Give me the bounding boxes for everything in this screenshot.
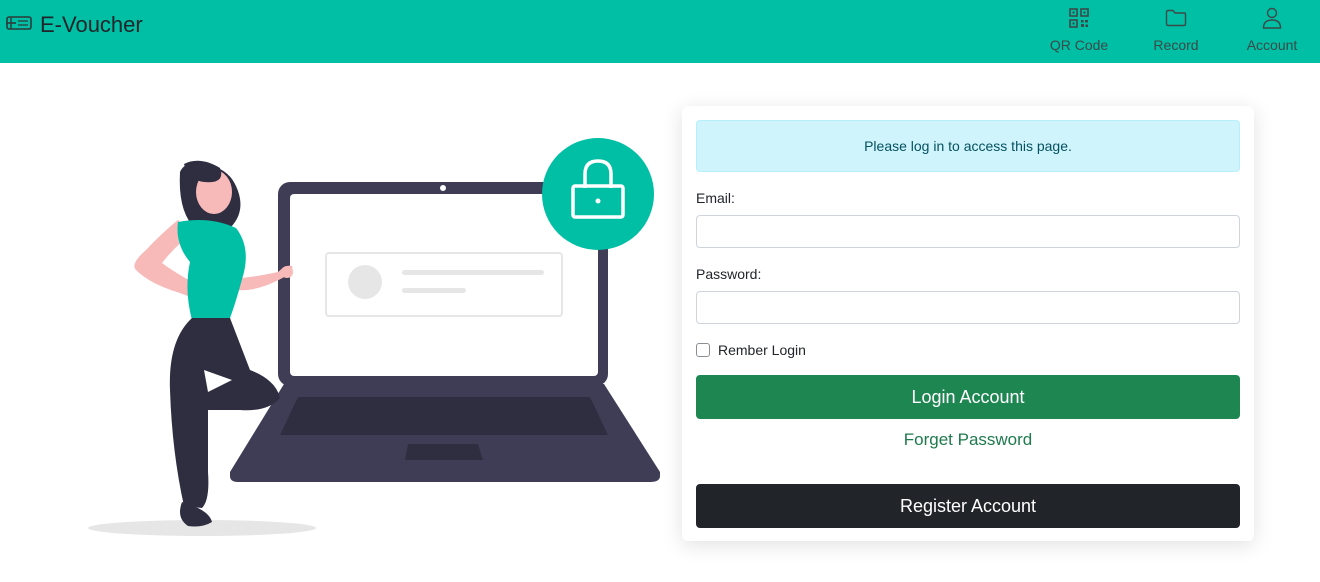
remember-login-checkbox[interactable] bbox=[696, 343, 710, 357]
qr-code-icon bbox=[1069, 6, 1089, 30]
remember-login-label: Rember Login bbox=[718, 342, 806, 358]
user-icon bbox=[1262, 6, 1282, 30]
nav-label: QR Code bbox=[1049, 37, 1109, 53]
top-navbar: E-Voucher QR Code Record Account bbox=[0, 0, 1320, 63]
laptop-keyboard bbox=[280, 397, 608, 435]
voucher-logo-icon bbox=[6, 13, 34, 38]
forget-password-link[interactable]: Forget Password bbox=[696, 430, 1240, 450]
screen-text-line bbox=[402, 288, 466, 293]
password-label: Password: bbox=[696, 266, 762, 282]
login-card: Please log in to access this page. Email… bbox=[682, 106, 1254, 541]
nav-label: Record bbox=[1153, 37, 1199, 53]
email-label: Email: bbox=[696, 190, 735, 206]
login-button[interactable]: Login Account bbox=[696, 375, 1240, 419]
register-button[interactable]: Register Account bbox=[696, 484, 1240, 528]
nav-label: Account bbox=[1246, 37, 1298, 53]
email-field[interactable] bbox=[696, 215, 1240, 248]
screen-text-line bbox=[402, 270, 544, 275]
laptop-camera bbox=[440, 185, 446, 191]
laptop-touchpad bbox=[405, 444, 483, 460]
nav-item-record[interactable]: Record bbox=[1150, 6, 1202, 53]
nav-item-account[interactable]: Account bbox=[1242, 6, 1302, 53]
brand-title: E-Voucher bbox=[40, 12, 143, 37]
folder-icon bbox=[1165, 6, 1187, 30]
login-illustration bbox=[80, 130, 670, 550]
brand-link[interactable]: E-Voucher bbox=[6, 12, 143, 38]
screen-avatar bbox=[348, 265, 382, 299]
login-required-alert: Please log in to access this page. bbox=[696, 120, 1240, 172]
lock-badge bbox=[542, 138, 654, 250]
remember-login-option[interactable]: Rember Login bbox=[696, 342, 806, 358]
password-field[interactable] bbox=[696, 291, 1240, 324]
nav-item-qr-code[interactable]: QR Code bbox=[1049, 6, 1109, 53]
